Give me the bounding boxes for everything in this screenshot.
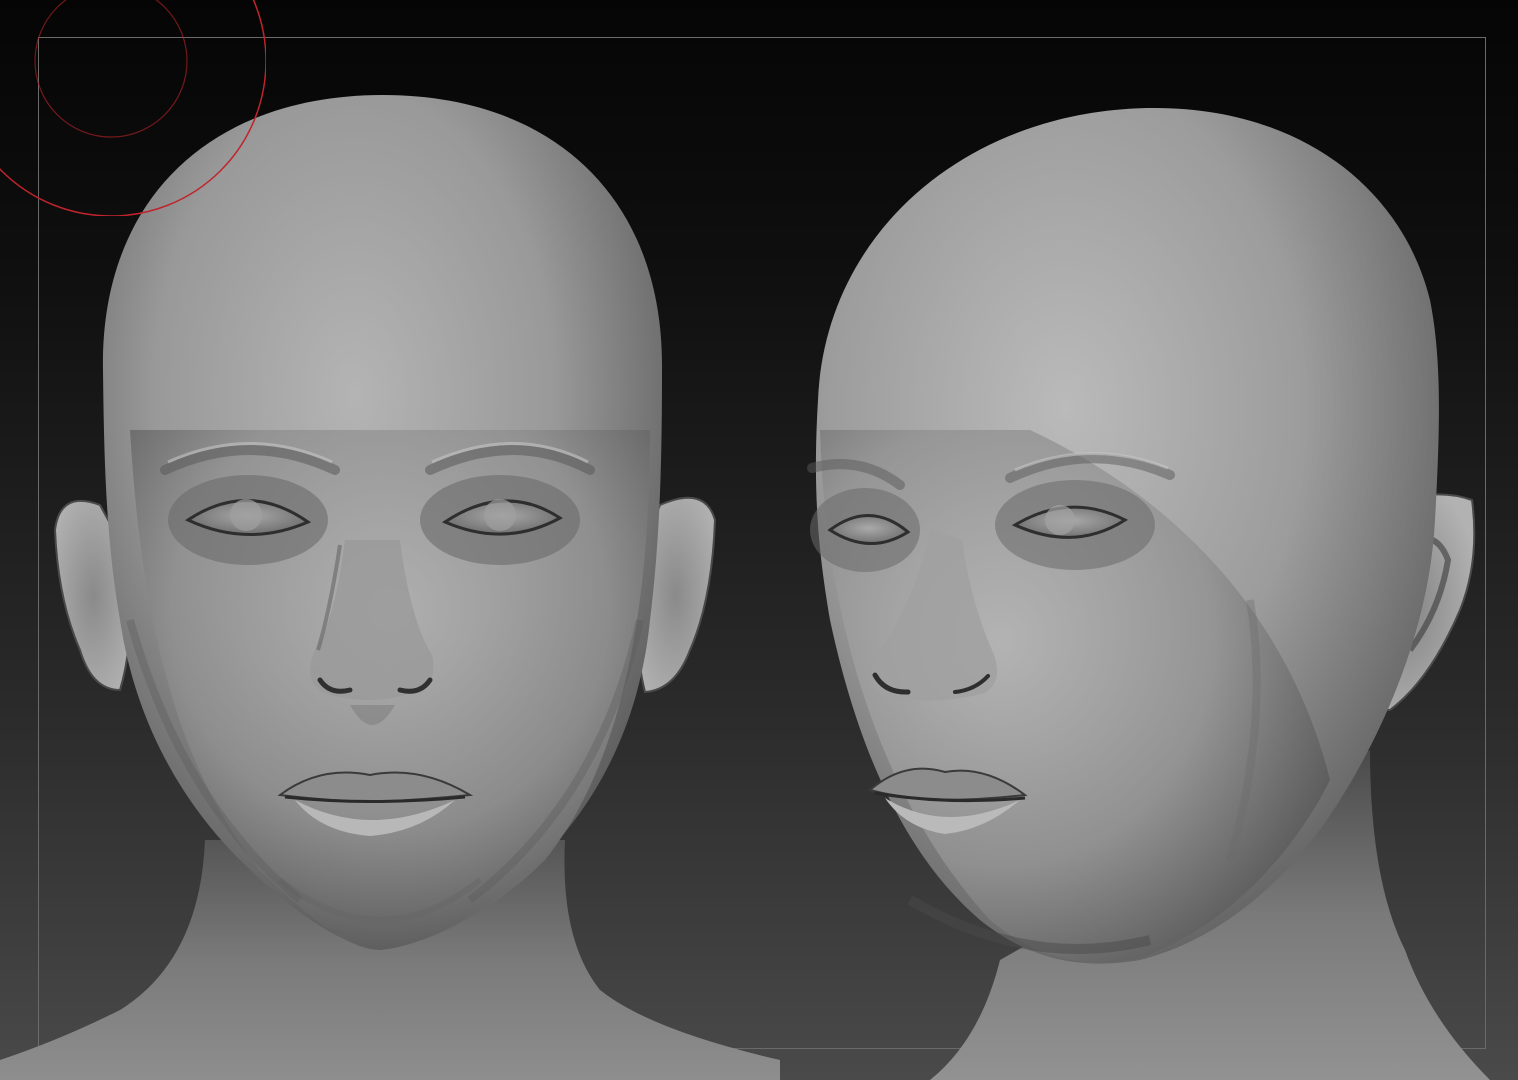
canvas-viewport[interactable] [0, 0, 1518, 1080]
sculpt-model-three-quarter[interactable] [730, 0, 1518, 1080]
sculpt-model-front[interactable] [0, 0, 780, 1080]
sculpt-front-render [0, 95, 780, 1080]
sculpt-three-quarter-render [807, 107, 1490, 1080]
